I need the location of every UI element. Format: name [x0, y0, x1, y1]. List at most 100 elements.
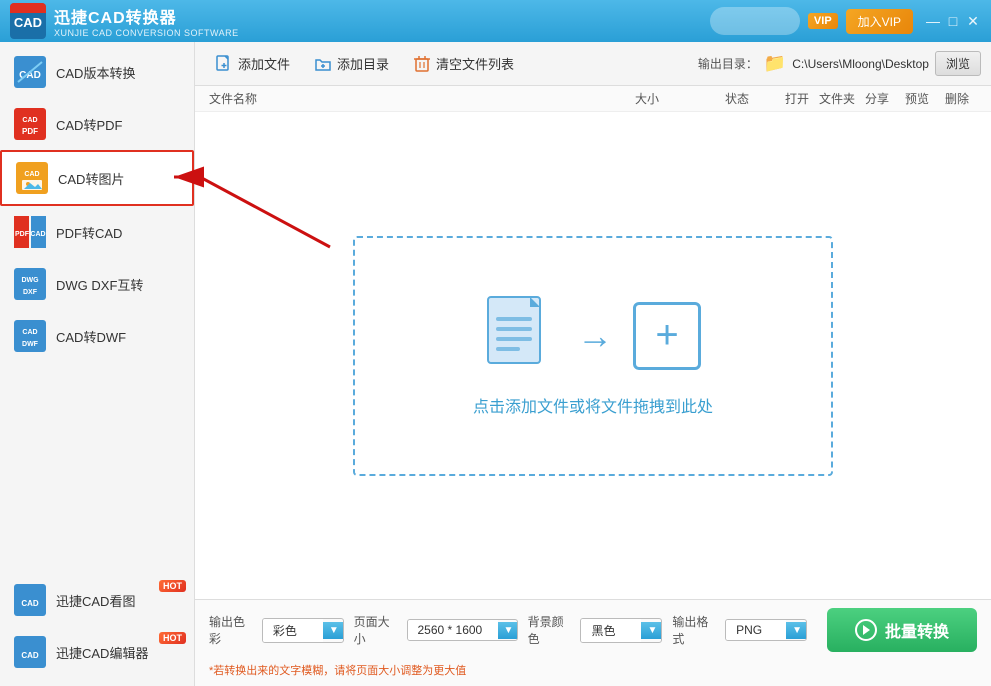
sidebar-bottom: CAD 迅捷CAD看图 HOT CAD 迅捷CAD编辑器 HOT [0, 574, 194, 686]
format-dropdown-btn[interactable]: ▼ [786, 622, 807, 639]
sidebar-item-cad-dwf-label: CAD转DWF [56, 327, 126, 346]
page-size-label: 页面大小 [354, 613, 401, 647]
sidebar-item-cad-dwf[interactable]: CAD DWF CAD转DWF [0, 310, 194, 362]
bg-color-label: 背景颜色 [528, 613, 575, 647]
col-open-header: 打开 [777, 90, 817, 107]
sidebar-item-dwg-dxf-label: DWG DXF互转 [56, 275, 143, 294]
hot-badge-editor: HOT [159, 632, 186, 644]
col-status-header: 状态 [697, 90, 777, 107]
bottom-note-text: *若转换出来的文字模糊，请将页面大小调整为更大值 [209, 665, 466, 677]
join-vip-button[interactable]: 加入VIP [846, 9, 913, 34]
svg-text:PDF: PDF [22, 127, 38, 136]
add-folder-label: 添加目录 [337, 54, 389, 73]
format-select[interactable]: PNG ▼ [725, 619, 807, 641]
sidebar-item-cad-viewer[interactable]: CAD 迅捷CAD看图 HOT [0, 574, 194, 626]
col-name-header: 文件名称 [209, 90, 597, 107]
col-size-header: 大小 [597, 90, 697, 107]
convert-button[interactable]: 批量转换 [827, 608, 977, 652]
bg-color-option-group: 背景颜色 黑色 ▼ [528, 613, 663, 647]
col-share-header: 分享 [857, 90, 897, 107]
page-size-option-group: 页面大小 2560 * 1600 ▼ [354, 613, 518, 647]
sidebar-item-dwg-dxf[interactable]: DWG DXF DWG DXF互转 [0, 258, 194, 310]
main-layout: CAD CAD版本转换 CAD PDF CAD转PDF CAD [0, 42, 991, 686]
maximize-button[interactable]: □ [945, 13, 961, 29]
app-name-block: 迅捷CAD转换器 XUNJIE CAD CONVERSION SOFTWARE [54, 4, 239, 38]
sidebar-item-cad-version[interactable]: CAD CAD版本转换 [0, 46, 194, 98]
svg-text:CAD: CAD [21, 599, 39, 608]
col-preview-header: 预览 [897, 90, 937, 107]
add-file-icon [215, 55, 233, 73]
svg-text:DWF: DWF [22, 341, 39, 348]
sidebar-item-cad-editor-label: 迅捷CAD编辑器 [56, 643, 148, 662]
drop-zone[interactable]: → + 点击添加文件或将文件拖拽到此处 [353, 236, 833, 476]
play-triangle [863, 625, 870, 635]
sidebar-item-cad-pdf-label: CAD转PDF [56, 115, 122, 134]
svg-text:PDF: PDF [15, 231, 30, 238]
svg-text:CAD: CAD [14, 15, 42, 30]
browse-button[interactable]: 浏览 [935, 51, 981, 76]
drop-zone-icons: → + [485, 295, 701, 377]
add-file-button[interactable]: 添加文件 [205, 49, 300, 78]
svg-text:CAD: CAD [30, 231, 45, 238]
arrow-right-icon: → [577, 315, 613, 357]
format-value: PNG [726, 620, 786, 640]
cad-viewer-icon: CAD [14, 584, 46, 616]
file-table-header: 文件名称 大小 状态 打开 文件夹 分享 预览 删除 [195, 86, 991, 112]
sidebar-item-pdf-cad[interactable]: PDF CAD PDF转CAD [0, 206, 194, 258]
format-option-group: 输出格式 PNG ▼ [672, 613, 807, 647]
sidebar-item-cad-pdf[interactable]: CAD PDF CAD转PDF [0, 98, 194, 150]
bg-color-select[interactable]: 黑色 ▼ [580, 618, 662, 643]
close-button[interactable]: ✕ [965, 13, 981, 29]
drop-zone-text: 点击添加文件或将文件拖拽到此处 [473, 393, 713, 417]
clear-list-label: 清空文件列表 [436, 54, 514, 73]
toolbar: 添加文件 添加目录 [195, 42, 991, 86]
sidebar-item-cad-viewer-label: 迅捷CAD看图 [56, 591, 135, 610]
dwg-dxf-icon: DWG DXF [14, 268, 46, 300]
sidebar-item-cad-img[interactable]: CAD CAD转图片 [0, 150, 194, 206]
page-size-dropdown-btn[interactable]: ▼ [498, 622, 518, 639]
sidebar-item-cad-version-label: CAD版本转换 [56, 63, 135, 82]
svg-text:DXF: DXF [23, 289, 38, 296]
user-avatar [710, 7, 800, 35]
add-folder-button[interactable]: 添加目录 [304, 49, 399, 78]
cad-dwf-icon: CAD DWF [14, 320, 46, 352]
minimize-button[interactable]: — [925, 13, 941, 29]
color-option-select[interactable]: 彩色 ▼ [262, 618, 344, 643]
bottom-bar: 输出色彩 彩色 ▼ 页面大小 2560 * 1600 ▼ 背景颜色 [195, 599, 991, 686]
color-dropdown-btn[interactable]: ▼ [323, 622, 344, 639]
bg-color-dropdown-btn[interactable]: ▼ [641, 622, 662, 639]
content-area: 添加文件 添加目录 [195, 42, 991, 686]
hot-badge-viewer: HOT [159, 580, 186, 592]
plus-icon: + [633, 302, 701, 370]
output-dir-area: 输出目录： 📁 C:\Users\Mloong\Desktop 浏览 [698, 51, 981, 76]
add-folder-icon [314, 55, 332, 73]
color-option-group: 输出色彩 彩色 ▼ [209, 613, 344, 647]
drop-zone-wrapper: → + 点击添加文件或将文件拖拽到此处 [195, 112, 991, 599]
play-icon [855, 619, 877, 641]
folder-icon: 📁 [764, 53, 786, 74]
app-name: 迅捷CAD转换器 [54, 4, 239, 28]
page-size-select[interactable]: 2560 * 1600 ▼ [407, 619, 518, 641]
window-controls: — □ ✕ [925, 13, 981, 29]
pdf-cad-icon: PDF CAD [14, 216, 46, 248]
page-size-value: 2560 * 1600 [408, 620, 498, 640]
title-bar: CAD 迅捷CAD转换器 XUNJIE CAD CONVERSION SOFTW… [0, 0, 991, 42]
col-folder-header: 文件夹 [817, 90, 857, 107]
svg-text:CAD: CAD [24, 171, 39, 178]
sidebar-item-cad-editor[interactable]: CAD 迅捷CAD编辑器 HOT [0, 626, 194, 678]
sidebar-item-cad-img-label: CAD转图片 [58, 169, 124, 188]
format-label: 输出格式 [672, 613, 719, 647]
clear-list-button[interactable]: 清空文件列表 [403, 49, 524, 78]
bottom-note: *若转换出来的文字模糊，请将页面大小调整为更大值 [195, 660, 991, 686]
color-option-value: 彩色 [263, 619, 323, 642]
user-area: VIP 加入VIP [710, 7, 913, 35]
bottom-options: 输出色彩 彩色 ▼ 页面大小 2560 * 1600 ▼ 背景颜色 [195, 600, 991, 660]
app-name-en: XUNJIE CAD CONVERSION SOFTWARE [54, 28, 239, 38]
add-file-label: 添加文件 [238, 54, 290, 73]
svg-text:CAD: CAD [22, 117, 37, 124]
col-delete-header: 删除 [937, 90, 977, 107]
cad-editor-icon: CAD [14, 636, 46, 668]
bg-color-value: 黑色 [581, 619, 641, 642]
svg-text:DWG: DWG [21, 277, 39, 284]
sidebar: CAD CAD版本转换 CAD PDF CAD转PDF CAD [0, 42, 195, 686]
